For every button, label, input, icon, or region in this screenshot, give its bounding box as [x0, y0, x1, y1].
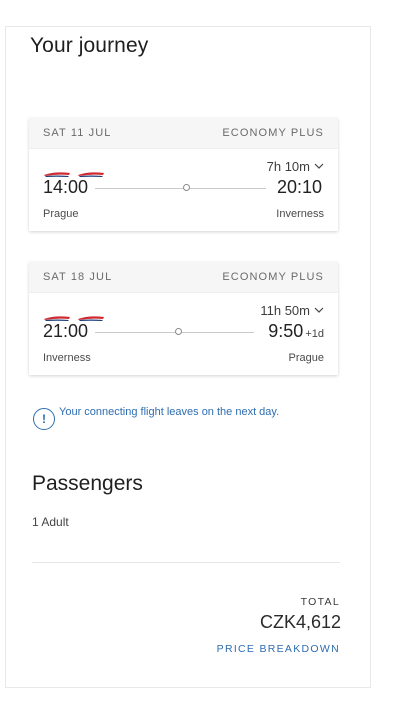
departure-city: Prague — [43, 208, 79, 220]
route-stop-dot — [175, 328, 182, 335]
route-line — [95, 188, 183, 189]
cabin-class: ECONOMY PLUS — [222, 271, 324, 283]
passengers-title: Passengers — [32, 472, 143, 495]
arrival-city: Prague — [288, 352, 324, 364]
arrival-time-value: 9:50 — [268, 321, 304, 341]
flight-card-outbound: SAT 11 JUL ECONOMY PLUS 7h 10m 14:00 20:… — [29, 118, 338, 231]
connection-notice: ! Your connecting flight leaves on the n… — [33, 402, 279, 430]
flight-duration: 11h 50m — [260, 303, 310, 318]
flight-card-header: SAT 11 JUL ECONOMY PLUS — [29, 118, 338, 149]
departure-time: 21:00 — [43, 321, 89, 341]
flight-card-body: 11h 50m 21:00 9:50 +1d Inverness Prague — [29, 293, 338, 375]
chevron-down-icon — [314, 307, 324, 314]
flight-duration: 7h 10m — [266, 159, 310, 174]
route-line — [190, 188, 266, 189]
section-divider — [32, 562, 340, 563]
arrival-time-value: 20:10 — [276, 177, 322, 197]
flight-card-header: SAT 18 JUL ECONOMY PLUS — [29, 262, 338, 293]
chevron-down-icon — [314, 163, 324, 170]
arrival-time: 20:10 — [277, 177, 324, 198]
departure-time: 14:00 — [43, 177, 89, 197]
arrival-day-offset: +1d — [305, 328, 324, 340]
flight-duration-toggle[interactable]: 7h 10m — [267, 159, 324, 174]
flight-card-body: 7h 10m 14:00 20:10 Prague Inverness — [29, 149, 338, 231]
total-label: TOTAL — [300, 596, 340, 608]
flight-duration-toggle[interactable]: 11h 50m — [260, 303, 324, 318]
journey-title: Your journey — [30, 34, 149, 57]
passengers-count: 1 Adult — [32, 515, 69, 529]
flight-card-return: SAT 18 JUL ECONOMY PLUS 11h 50m 21:00 9:… — [29, 262, 338, 375]
connection-notice-text: Your connecting flight leaves on the nex… — [59, 406, 280, 418]
exclamation-circle-icon: ! — [33, 408, 55, 430]
arrival-city: Inverness — [276, 208, 324, 220]
route-line — [95, 332, 175, 333]
flight-date: SAT 18 JUL — [43, 271, 113, 283]
flight-date: SAT 11 JUL — [43, 127, 112, 139]
route-line — [182, 332, 254, 333]
price-breakdown-link[interactable]: PRICE BREAKDOWN — [217, 643, 340, 655]
total-amount: CZK4,612 — [259, 612, 341, 632]
arrival-time: 9:50 +1d — [268, 321, 324, 342]
departure-city: Inverness — [43, 352, 91, 364]
route-stop-dot — [183, 184, 190, 191]
cabin-class: ECONOMY PLUS — [222, 127, 324, 139]
